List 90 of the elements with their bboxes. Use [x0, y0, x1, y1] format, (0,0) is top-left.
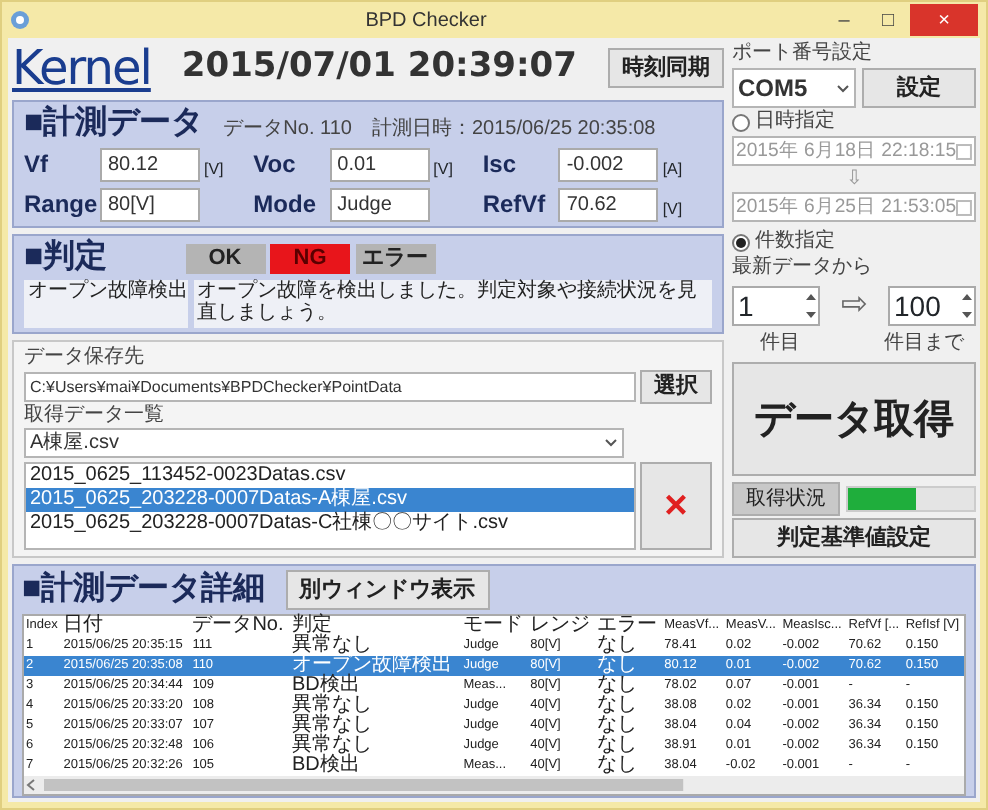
number-spinner[interactable]: 100: [888, 286, 976, 326]
table-cell: なし: [595, 656, 663, 676]
port-dropdown[interactable]: COM5: [732, 68, 856, 108]
table-cell: BD検出: [289, 676, 462, 696]
select-button[interactable]: 選択: [640, 370, 712, 404]
number-spinner[interactable]: 1: [732, 286, 820, 326]
minimize-button[interactable]: –: [822, 4, 866, 36]
clock-text: 2015/07/01 20:39:07: [179, 44, 579, 91]
maximize-button[interactable]: □: [866, 4, 910, 36]
file-item[interactable]: 2015_0625_203228-0007Datas-A棟屋.csv: [26, 488, 633, 512]
section-title: ■計測データ: [24, 106, 204, 142]
field-label: Isc: [482, 148, 519, 182]
unit-label: [V]: [431, 157, 455, 181]
field-label: Vf: [24, 148, 50, 182]
unit-label: 件目: [760, 332, 800, 356]
table-cell-text: なし: [595, 716, 640, 736]
unit-label: [V]: [660, 197, 685, 221]
horizontal-scrollbar[interactable]: [24, 776, 964, 794]
file-item[interactable]: 2015_0625_113452-0023Datas.csv: [26, 464, 633, 488]
app-icon: [10, 10, 30, 30]
column-header[interactable]: レンジ: [528, 616, 596, 636]
arrow-text: ⇩: [844, 168, 864, 190]
radio-button[interactable]: [732, 233, 750, 251]
calendar-icon: [956, 198, 972, 216]
file-list[interactable]: 2015_0625_113452-0023Datas.csv 2015_0625_203228-0007Datas-A棟屋.csv 2015_0625_203228-0007Datas-C社棟〇〇サイト.csv: [24, 462, 635, 550]
table-cell-text: なし: [595, 736, 640, 756]
field-label: 最新データから: [732, 256, 874, 280]
table-cell-text: 異常なし: [289, 716, 374, 736]
value-field: 0.01: [329, 147, 430, 181]
date-text: 2015年 6月18日 22:18:15: [736, 138, 957, 164]
unit-label: [V]: [202, 157, 226, 181]
field-label: Voc: [253, 148, 298, 182]
message-text: オープン故障を検出しました。判定対象や接続状況を見直しましょう。: [193, 280, 712, 328]
close-button[interactable]: ×: [910, 4, 978, 36]
arrow-text: ⇨: [841, 286, 867, 326]
table-cell-text: BD検出: [289, 756, 362, 776]
unit-label: 件目まで: [884, 332, 964, 356]
popout-button[interactable]: 別ウィンドウ表示: [285, 570, 490, 610]
status-label: 取得状況: [732, 482, 840, 516]
logo: Kernel: [12, 42, 151, 94]
field-label: 取得データ一覧: [24, 404, 166, 428]
port-value: COM5: [738, 72, 808, 106]
date-text: 2015年 6月25日 21:53:05: [736, 194, 957, 220]
value-field: -0.002: [558, 147, 659, 181]
delete-button[interactable]: ×: [640, 462, 712, 550]
window-title: BPD Checker: [363, 7, 489, 35]
table-cell-text: なし: [595, 696, 640, 716]
result-indicator: NG: [270, 243, 350, 273]
radio-button[interactable]: [732, 113, 750, 131]
radio-label: 件数指定: [755, 230, 835, 254]
set-button[interactable]: 設定: [861, 68, 976, 108]
unit-label: [A]: [660, 157, 685, 181]
filter-value: A棟屋.csv: [30, 430, 119, 456]
column-header[interactable]: データNo.: [190, 616, 290, 636]
value-field: 80.12: [100, 147, 200, 181]
result-indicator: OK: [185, 243, 265, 273]
spinner-value: 100: [894, 287, 941, 325]
sync-button[interactable]: 時刻同期: [608, 48, 724, 88]
table-cell: 異常なし: [289, 636, 462, 656]
table-cell: なし: [595, 636, 663, 656]
column-header[interactable]: 日付: [61, 616, 191, 636]
value-field: 70.62: [558, 187, 659, 221]
data-number: データNo. 110: [223, 118, 352, 142]
value-field: Judge: [329, 187, 430, 221]
section-title: ■計測データ詳細: [22, 572, 266, 608]
field-label: データ保存先: [24, 346, 146, 370]
radio-label: 日時指定: [755, 110, 835, 134]
value-field: 80[V]: [100, 187, 200, 221]
calendar-icon: [956, 142, 972, 160]
table-cell-text: なし: [595, 756, 640, 776]
column-header[interactable]: エラー: [595, 616, 663, 636]
table-cell: なし: [595, 676, 663, 696]
criteria-button[interactable]: 判定基準値設定: [732, 518, 976, 558]
result-text: オープン故障検出: [24, 280, 188, 328]
column-header[interactable]: 判定: [289, 616, 462, 636]
field-label: RefVf: [482, 188, 548, 222]
measured-time: 計測日時：2015/06/25 20:35:08: [371, 118, 656, 142]
fetch-button[interactable]: データ取得: [732, 362, 976, 476]
spinner-value: 1: [738, 287, 754, 325]
file-item[interactable]: 2015_0625_203228-0007Datas-C社棟〇〇サイト.csv: [26, 512, 633, 536]
field-label: Range: [24, 188, 100, 222]
table-cell-text: 異常なし: [289, 736, 374, 756]
field-label: ポート番号設定: [732, 42, 874, 66]
path-field[interactable]: C:¥Users¥mai¥Documents¥BPDChecker¥PointData: [24, 372, 635, 402]
column-header[interactable]: モード: [461, 616, 529, 636]
table-cell-text: 異常なし: [289, 696, 374, 716]
section-title: ■判定: [24, 240, 110, 276]
filter-dropdown[interactable]: A棟屋.csv: [24, 428, 624, 458]
result-indicator: エラー: [355, 243, 435, 273]
field-label: Mode: [253, 188, 318, 222]
